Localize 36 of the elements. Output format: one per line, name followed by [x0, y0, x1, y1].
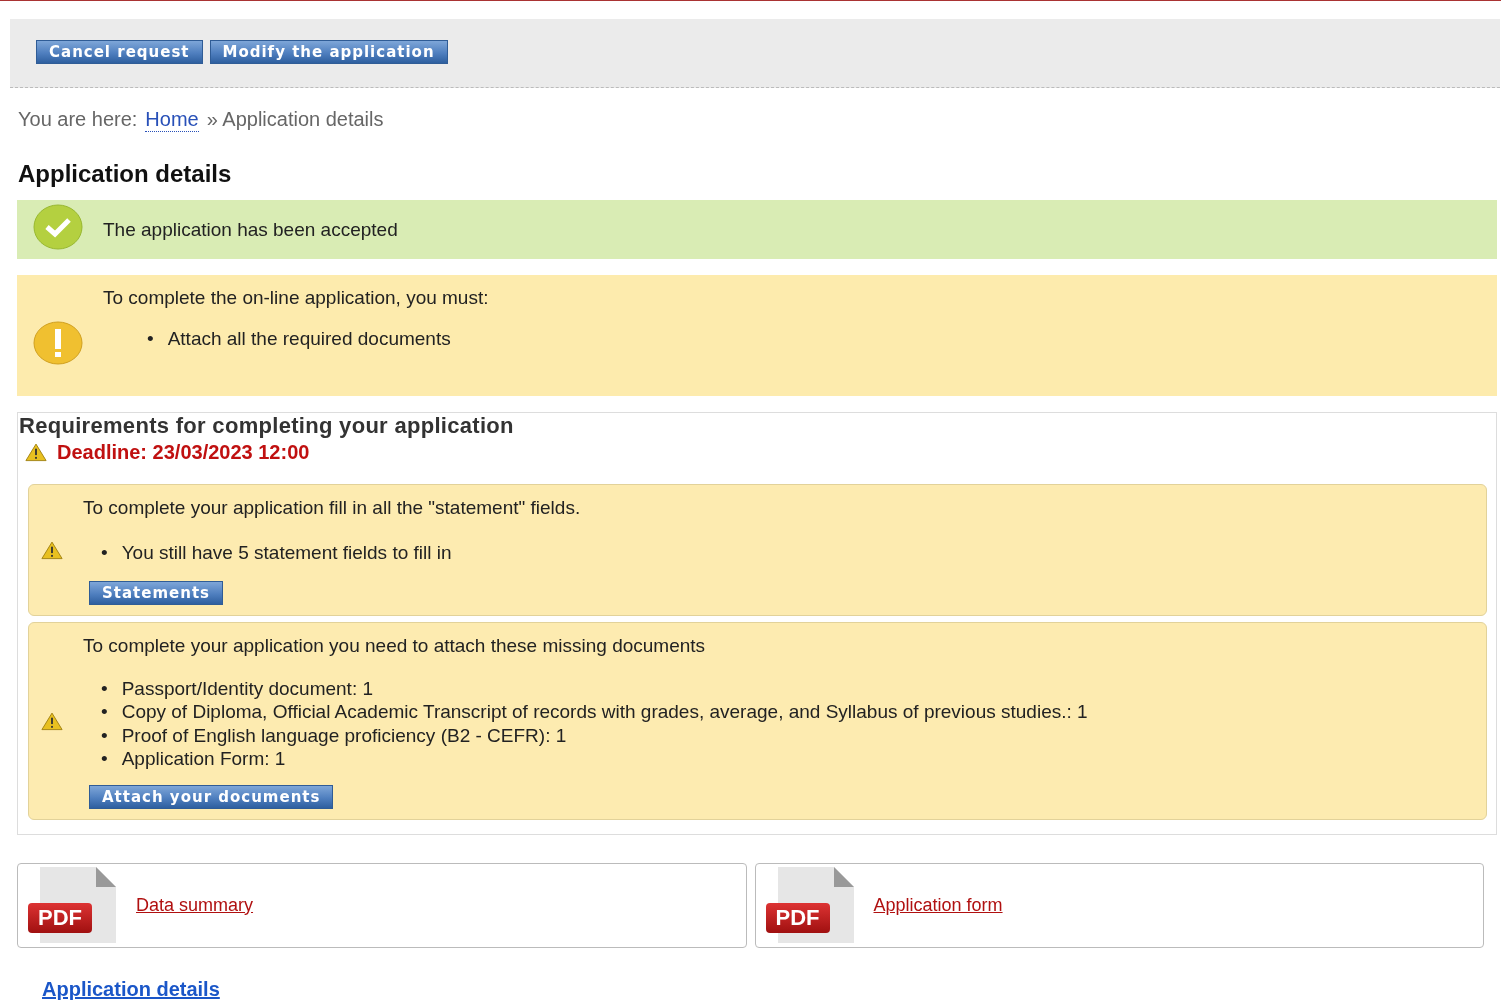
bullet: •: [101, 747, 108, 771]
toolbar-button[interactable]: Cancel request: [36, 40, 203, 64]
page-title: Application details: [18, 160, 233, 188]
bullet: •: [101, 700, 108, 724]
warning-icon: [41, 541, 63, 561]
bullet: •: [101, 723, 108, 747]
deadline-text: Deadline: 23/03/2023 12:00: [57, 441, 310, 464]
requirement-text: To complete your application fill in all the "statement" fields.: [83, 497, 581, 519]
toolbar-button[interactable]: Modify the application: [209, 40, 448, 64]
breadcrumb-current: » Application details: [206, 108, 384, 131]
requirement-button[interactable]: Attach your documents: [89, 784, 334, 809]
message-text: To complete the on-line application, you must:: [103, 287, 489, 309]
download-link[interactable]: Data summary: [136, 894, 254, 916]
exclamation-icon: [33, 321, 83, 365]
breadcrumb-label: You are here:: [18, 108, 138, 131]
pdf-badge: PDF: [765, 903, 830, 933]
pdf-badge: PDF: [28, 903, 92, 933]
check-icon: [33, 204, 83, 250]
requirement-list-item: You still have 5 statement fields to fill in: [121, 541, 452, 565]
breadcrumb-link[interactable]: Home: [145, 108, 199, 132]
requirement-list-item: Proof of English language proficiency (B2 - CEFR): 1: [121, 723, 567, 747]
message-text: The application has been accepted: [103, 218, 398, 241]
warning-icon: [41, 712, 63, 731]
requirement-list-item: Copy of Diploma, Official Academic Transcript of records with grades, average, and Syllabus of previous studies.: 1: [121, 700, 1088, 724]
requirement-button[interactable]: Statements: [89, 580, 224, 605]
bullet: •: [147, 327, 154, 351]
message-list-item: Attach all the required documents: [167, 327, 451, 351]
bullet: •: [101, 541, 108, 565]
section-link[interactable]: Application details: [42, 977, 1500, 1001]
requirements-title: Requirements for completing your application: [19, 413, 515, 439]
warning-icon: [25, 443, 47, 462]
download-link[interactable]: Application form: [873, 894, 1003, 916]
requirement-list-item: Passport/Identity document: 1: [121, 676, 374, 700]
bullet: •: [101, 676, 108, 700]
requirement-text: To complete your application you need to attach these missing documents: [83, 634, 707, 657]
requirement-list-item: Application Form: 1: [121, 747, 286, 771]
